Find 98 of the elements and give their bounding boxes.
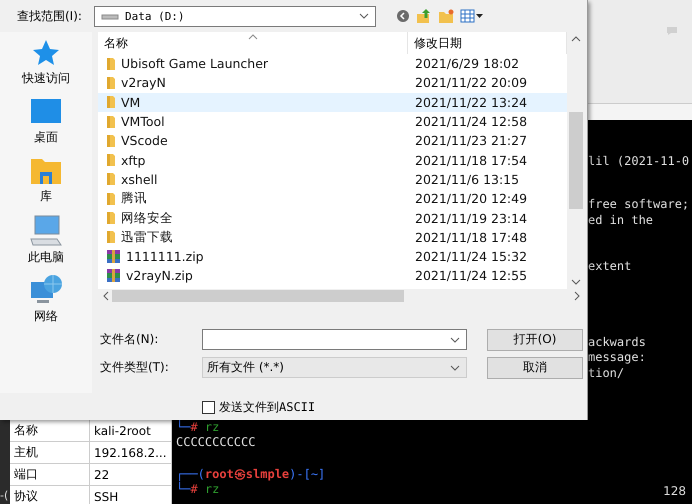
look-in-label: 查找范围(I): [17, 8, 82, 24]
property-name: 名称 [10, 420, 90, 442]
chevron-icon [450, 336, 460, 342]
archive-icon [106, 249, 121, 264]
terminal-line: message: [588, 350, 646, 366]
terminal-line: ackwards [588, 335, 646, 350]
counter-text: 128 [663, 484, 686, 498]
terminal-line: └─# rz [176, 482, 220, 498]
folder-icon [106, 192, 116, 206]
terminal-line: ed in the [588, 212, 654, 228]
property-name: 端口 [10, 464, 90, 486]
file-date: 2021/11/22 13:24 [414, 94, 528, 110]
places-item[interactable]: 桌面 [30, 97, 62, 156]
file-row[interactable]: xftp 2021/11/18 17:54 [98, 150, 567, 170]
file-name: VScode [121, 133, 168, 148]
file-name: v2rayN.zip [126, 268, 193, 284]
scroll-left-icon[interactable] [102, 291, 110, 301]
folder-icon [106, 76, 116, 90]
sort-caret-icon [248, 34, 258, 40]
file-name: 1111111.zip [126, 249, 204, 264]
ascii-checkbox[interactable] [202, 401, 215, 414]
file-date: 2021/11/24 12:55 [414, 268, 528, 284]
open-button[interactable]: 打开(O) [487, 328, 583, 350]
archive-icon [106, 268, 121, 284]
file-name: VMTool [121, 114, 165, 130]
file-date: 2021/11/20 12:49 [414, 191, 528, 206]
places-item[interactable]: 库 [30, 156, 62, 215]
file-name: Ubisoft Game Launcher [121, 56, 268, 72]
chevron-icon [450, 364, 460, 370]
up-folder-icon[interactable] [416, 8, 432, 24]
file-name: xftp [121, 152, 146, 168]
file-date: 2021/11/18 17:54 [414, 152, 528, 168]
network-icon [29, 274, 63, 306]
file-row[interactable]: 1111111.zip 2021/11/24 15:32 [98, 246, 567, 266]
folder-icon [30, 156, 62, 186]
computer-icon [29, 215, 63, 247]
terminal-line: tion/ [588, 366, 624, 382]
chat-icon [666, 26, 678, 36]
folder-icon [106, 114, 116, 129]
file-name: VM [121, 94, 140, 110]
terminal-line: free software; [588, 197, 690, 213]
terminal-line: └─# rz [176, 420, 220, 436]
file-row[interactable]: 网络安全 2021/11/19 23:14 [98, 208, 567, 228]
file-type-select[interactable]: 所有文件 (*.*) [202, 357, 467, 378]
places-item[interactable]: 快速访问 [22, 38, 70, 97]
terminal-line: lil (2021-11-0 [588, 154, 690, 170]
star-icon [31, 38, 61, 68]
scroll-right-icon[interactable] [573, 291, 581, 301]
file-name: 网络安全 [121, 210, 173, 227]
file-date: 2021/11/19 23:14 [414, 210, 528, 226]
terminal-line: ┌──(root㉿slmple)-[~] [176, 466, 326, 482]
terminal-line: extent [588, 258, 632, 274]
ascii-checkbox-label: 发送文件到ASCII [219, 399, 316, 416]
file-date: 2021/11/6 13:15 [414, 172, 520, 187]
file-name: xshell [121, 172, 158, 187]
file-row[interactable]: xshell 2021/11/6 13:15 [98, 170, 567, 190]
drive-icon [100, 12, 119, 20]
file-row[interactable]: 腾讯 2021/11/20 12:49 [98, 189, 567, 208]
file-date: 2021/11/24 12:58 [414, 114, 528, 130]
back-icon[interactable] [396, 9, 410, 23]
file-date: 2021/6/29 18:02 [414, 56, 520, 72]
folder-icon [106, 211, 116, 226]
folder-icon [106, 95, 116, 110]
file-date: 2021/11/24 15:32 [414, 249, 528, 264]
file-row[interactable]: VM 2021/11/22 13:24 [98, 92, 567, 112]
terminal-line: CCCCCCCCCCC [176, 435, 256, 451]
look-in-combobox[interactable]: Data (D:) [94, 6, 376, 26]
file-date: 2021/11/22 20:09 [414, 75, 528, 90]
folder-icon [106, 153, 116, 168]
file-name: v2rayN [121, 75, 166, 90]
new-folder-icon[interactable] [438, 8, 454, 24]
file-row[interactable]: 迅雷下载 2021/11/18 17:48 [98, 228, 567, 247]
folder-icon [106, 56, 116, 71]
view-menu-icon[interactable] [460, 9, 484, 23]
file-date: 2021/11/23 21:27 [414, 133, 528, 148]
file-row[interactable]: v2rayN.zip 2021/11/24 12:55 [98, 266, 567, 286]
file-name-label: 文件名(N): [100, 331, 160, 348]
folder-icon [106, 172, 116, 186]
places-item[interactable]: 此电脑 [28, 215, 64, 274]
chevron-icon [358, 13, 369, 19]
file-row[interactable]: v2rayN 2021/11/22 20:09 [98, 73, 567, 93]
folder-icon [106, 230, 116, 244]
folder-icon [106, 134, 116, 148]
file-name-field[interactable] [202, 329, 467, 350]
file-row[interactable]: VMTool 2021/11/24 12:58 [98, 112, 567, 132]
file-date: 2021/11/18 17:48 [414, 230, 528, 245]
places-item[interactable]: 网络 [29, 274, 63, 333]
cancel-button[interactable]: 取消 [487, 356, 583, 378]
property-name: 主机 [10, 442, 90, 464]
file-type-label: 文件类型(T): [100, 359, 170, 376]
column-header[interactable]: 名称 [98, 32, 408, 54]
horizontal-scrollbar[interactable] [98, 289, 585, 303]
file-row[interactable]: Ubisoft Game Launcher 2021/6/29 18:02 [98, 54, 567, 74]
file-name: 腾讯 [121, 190, 147, 208]
file-name: 迅雷下载 [121, 228, 173, 246]
file-row[interactable]: VScode 2021/11/23 21:27 [98, 131, 567, 150]
property-name: 协议 [10, 486, 90, 504]
text-fragment: -( [0, 489, 8, 502]
